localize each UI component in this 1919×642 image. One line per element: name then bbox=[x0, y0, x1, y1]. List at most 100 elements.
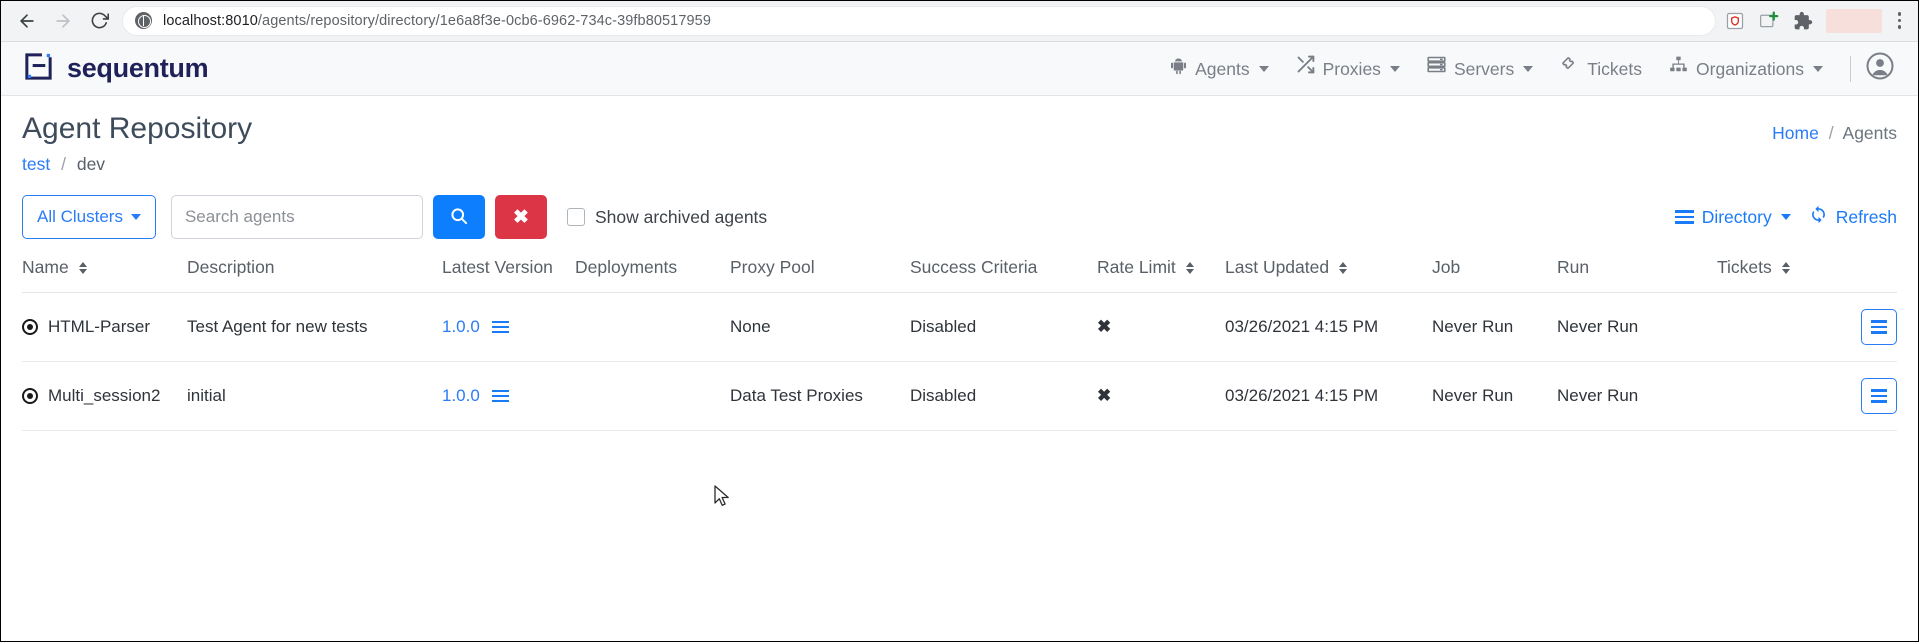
agents-table-head: Name Description Latest Version Deployme… bbox=[22, 257, 1897, 293]
column-header-rate-limit-label: Rate Limit bbox=[1097, 257, 1176, 277]
profile-color-chip[interactable] bbox=[1825, 8, 1882, 33]
agents-table-body: HTML-Parser Test Agent for new tests 1.0… bbox=[22, 292, 1897, 431]
sync-icon bbox=[1809, 205, 1828, 229]
cluster-filter-dropdown[interactable]: All Clusters bbox=[22, 195, 156, 239]
directory-dropdown[interactable]: Directory bbox=[1674, 207, 1791, 228]
agent-name-label[interactable]: Multi_session2 bbox=[48, 386, 160, 406]
app-navbar: sequentum Agents Proxies Servers Tickets… bbox=[0, 42, 1919, 96]
user-avatar-icon bbox=[1865, 51, 1895, 86]
column-header-last-updated[interactable]: Last Updated bbox=[1225, 257, 1432, 293]
chevron-down-icon bbox=[1813, 65, 1823, 72]
directory-breadcrumb-test-link[interactable]: test bbox=[22, 154, 50, 174]
refresh-label: Refresh bbox=[1835, 206, 1897, 227]
column-header-deployments: Deployments bbox=[575, 257, 730, 293]
cell-run: Never Run bbox=[1557, 361, 1717, 431]
reload-icon bbox=[90, 11, 109, 30]
browser-menu-icon[interactable] bbox=[1894, 12, 1906, 29]
clear-search-button[interactable]: ✖ bbox=[494, 195, 547, 239]
forward-arrow-icon bbox=[53, 11, 73, 31]
column-header-name-label: Name bbox=[22, 257, 69, 277]
sort-icon bbox=[1338, 262, 1347, 275]
filter-toolbar: All Clusters ✖ Show archived agents Dire… bbox=[0, 175, 1919, 239]
column-header-deployments-label: Deployments bbox=[575, 257, 678, 277]
version-menu-icon[interactable] bbox=[491, 320, 509, 334]
agent-status-icon bbox=[22, 388, 38, 404]
version-link[interactable]: 1.0.0 bbox=[442, 386, 480, 406]
server-stack-icon bbox=[1426, 42, 1447, 96]
url-path: /agents/repository/directory/1e6a8f3e-0c… bbox=[257, 12, 712, 29]
column-header-rate-limit[interactable]: Rate Limit bbox=[1097, 257, 1225, 293]
chevron-down-icon bbox=[1258, 65, 1269, 72]
row-actions-menu-button[interactable] bbox=[1861, 378, 1897, 414]
refresh-button[interactable]: Refresh bbox=[1809, 205, 1897, 229]
column-header-latest-version: Latest Version bbox=[442, 257, 575, 293]
column-header-tickets[interactable]: Tickets bbox=[1717, 257, 1897, 293]
cell-rate-limit: ✖ bbox=[1097, 292, 1225, 362]
version-link[interactable]: 1.0.0 bbox=[442, 317, 480, 337]
toolbar-actions: Directory Refresh bbox=[1674, 205, 1897, 229]
shield-extension-icon[interactable] bbox=[1724, 10, 1746, 32]
list-icon bbox=[1871, 389, 1887, 403]
navbar-divider bbox=[1850, 55, 1851, 82]
brand-name: sequentum bbox=[67, 53, 209, 83]
search-input[interactable] bbox=[170, 195, 423, 239]
column-header-description: Description bbox=[187, 257, 442, 293]
chevron-down-icon bbox=[130, 214, 141, 220]
table-row[interactable]: HTML-Parser Test Agent for new tests 1.0… bbox=[22, 292, 1897, 362]
search-button[interactable] bbox=[432, 195, 485, 239]
nav-item-proxies[interactable]: Proxies bbox=[1282, 42, 1413, 96]
column-header-last-updated-label: Last Updated bbox=[1225, 257, 1330, 277]
cell-deployments bbox=[575, 292, 730, 362]
nav-item-servers[interactable]: Servers bbox=[1413, 42, 1546, 96]
show-archived-toggle[interactable]: Show archived agents bbox=[566, 207, 767, 228]
cell-success-criteria: Disabled bbox=[910, 292, 1097, 362]
account-button[interactable] bbox=[1865, 51, 1897, 86]
cell-deployments bbox=[575, 361, 730, 431]
cell-proxy-pool: None bbox=[730, 292, 910, 362]
back-button[interactable] bbox=[10, 4, 44, 38]
reload-button[interactable] bbox=[82, 4, 116, 38]
extension-icons bbox=[1724, 8, 1910, 33]
nav-item-tickets[interactable]: Tickets bbox=[1546, 42, 1655, 96]
column-header-job-label: Job bbox=[1432, 257, 1461, 277]
column-header-proxy-pool: Proxy Pool bbox=[730, 257, 910, 293]
row-actions-menu-button[interactable] bbox=[1861, 309, 1897, 345]
mouse-cursor bbox=[714, 485, 731, 514]
search-icon bbox=[449, 206, 469, 229]
directory-breadcrumb-separator: / bbox=[61, 154, 66, 174]
page-title: Agent Repository bbox=[22, 112, 253, 145]
browser-nav-buttons bbox=[10, 4, 116, 38]
directory-breadcrumb-current: dev bbox=[76, 154, 106, 174]
address-bar[interactable]: localhost:8010/agents/repository/directo… bbox=[122, 5, 1716, 36]
agents-table-container: Name Description Latest Version Deployme… bbox=[0, 257, 1919, 431]
cell-tickets bbox=[1717, 361, 1897, 431]
column-header-name[interactable]: Name bbox=[22, 257, 187, 293]
column-header-run-label: Run bbox=[1557, 257, 1590, 277]
table-header-row: Name Description Latest Version Deployme… bbox=[22, 257, 1897, 293]
chevron-down-icon bbox=[1523, 65, 1534, 72]
back-arrow-icon bbox=[17, 11, 37, 31]
puzzle-extension-icon[interactable] bbox=[1792, 10, 1814, 32]
cell-latest-version: 1.0.0 bbox=[442, 292, 575, 362]
cell-job: Never Run bbox=[1432, 361, 1557, 431]
cell-last-updated: 03/26/2021 4:15 PM bbox=[1225, 361, 1432, 431]
column-header-job: Job bbox=[1432, 257, 1557, 293]
table-row[interactable]: Multi_session2 initial 1.0.0 Data Test P… bbox=[22, 361, 1897, 431]
nav-item-agents[interactable]: Agents bbox=[1156, 42, 1281, 96]
breadcrumb-home-link[interactable]: Home bbox=[1772, 123, 1819, 143]
breadcrumb-separator: / bbox=[1828, 123, 1834, 143]
nav-item-organizations[interactable]: Organizations bbox=[1655, 42, 1836, 96]
brand-logo[interactable]: sequentum bbox=[22, 50, 209, 88]
show-archived-checkbox[interactable] bbox=[566, 208, 585, 226]
android-robot-icon bbox=[1169, 42, 1188, 96]
agent-name-label[interactable]: HTML-Parser bbox=[48, 317, 150, 337]
column-header-latest-version-label: Latest Version bbox=[442, 257, 553, 277]
add-extension-icon[interactable] bbox=[1758, 10, 1780, 32]
globe-icon bbox=[135, 12, 152, 29]
forward-button[interactable] bbox=[46, 4, 80, 38]
cell-description: Test Agent for new tests bbox=[187, 292, 442, 362]
version-menu-icon[interactable] bbox=[491, 389, 509, 403]
url-text: localhost:8010/agents/repository/directo… bbox=[163, 13, 711, 29]
shuffle-icon bbox=[1295, 42, 1316, 96]
agent-status-icon bbox=[22, 319, 38, 335]
